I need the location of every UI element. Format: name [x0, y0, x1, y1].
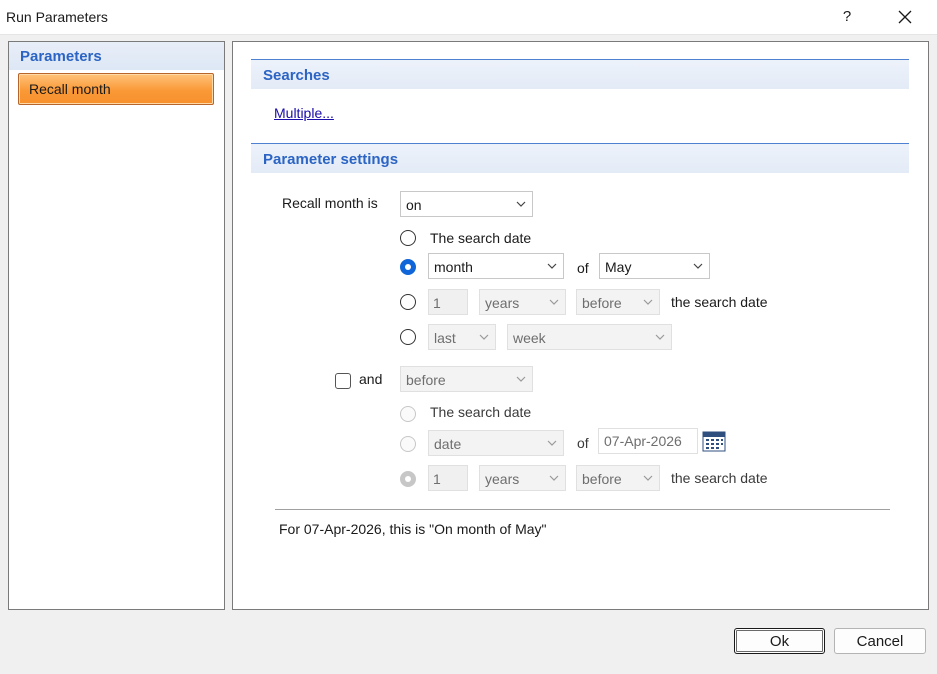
period-unit-select[interactable]: month: [428, 253, 564, 279]
close-button[interactable]: [887, 2, 923, 32]
and-mode-value: before: [406, 372, 446, 388]
and-search-date-label: The search date: [430, 404, 532, 420]
parameter-item-recall-month[interactable]: Recall month: [18, 73, 214, 105]
relative-direction-value: before: [582, 295, 622, 311]
ok-button[interactable]: Ok: [734, 628, 825, 654]
radio-search-date[interactable]: [400, 230, 416, 246]
parameters-list: Parameters Recall month: [8, 41, 225, 610]
and-radio-date-of[interactable]: [400, 436, 416, 452]
chevron-down-icon: [549, 299, 559, 305]
and-mode-select[interactable]: before: [400, 366, 533, 392]
dialog-body: Parameters Recall month Searches Multipl…: [0, 34, 937, 674]
chevron-down-icon: [516, 376, 526, 382]
summary-divider: [275, 509, 890, 510]
window-title: Run Parameters: [6, 9, 108, 25]
parameter-item-label: Recall month: [29, 81, 111, 97]
radio-unit-of-month[interactable]: [400, 259, 416, 275]
title-bar: Run Parameters ?: [0, 0, 937, 34]
parameter-settings-header: Parameter settings: [251, 143, 909, 173]
chevron-down-icon: [643, 299, 653, 305]
last-unit-select[interactable]: week: [507, 324, 672, 350]
and-radio-search-date[interactable]: [400, 406, 416, 422]
and-relative-unit-select[interactable]: years: [479, 465, 566, 491]
calendar-button[interactable]: [702, 430, 726, 452]
relative-suffix-label: the search date: [671, 294, 768, 310]
and-years-count-input[interactable]: 1: [428, 465, 468, 491]
last-which-value: last: [434, 330, 456, 346]
month-value: May: [605, 259, 632, 275]
and-relative-direction-select[interactable]: before: [576, 465, 660, 491]
and-date-input[interactable]: 07-Apr-2026: [598, 428, 698, 454]
years-count-input[interactable]: 1: [428, 289, 468, 315]
and-relative-unit-value: years: [485, 471, 520, 487]
searches-header: Searches: [251, 59, 909, 89]
relative-direction-select[interactable]: before: [576, 289, 660, 315]
help-icon: ?: [842, 8, 852, 25]
chevron-down-icon: [693, 263, 703, 269]
radio-relative-years[interactable]: [400, 294, 416, 310]
close-icon: [898, 10, 912, 24]
relative-unit-value: years: [485, 295, 520, 311]
of-label: of: [577, 260, 589, 276]
chevron-down-icon: [655, 334, 665, 340]
parameter-detail-panel: Searches Multiple... Parameter settings …: [232, 41, 929, 610]
last-unit-value: week: [513, 330, 546, 346]
and-relative-direction-value: before: [582, 471, 622, 487]
chevron-down-icon: [549, 475, 559, 481]
recall-month-label: Recall month is: [282, 195, 378, 211]
help-button[interactable]: ?: [832, 2, 862, 32]
and-date-unit-value: date: [434, 436, 462, 452]
chevron-down-icon: [479, 334, 489, 340]
and-checkbox[interactable]: [335, 373, 351, 389]
recall-mode-select[interactable]: on: [400, 191, 533, 217]
and-of-label: of: [577, 435, 589, 451]
multiple-searches-link[interactable]: Multiple...: [274, 105, 334, 121]
cancel-button[interactable]: Cancel: [834, 628, 926, 654]
and-date-unit-select[interactable]: date: [428, 430, 564, 456]
parameters-header: Parameters: [9, 42, 224, 70]
recall-mode-value: on: [406, 197, 422, 213]
and-relative-suffix-label: the search date: [671, 470, 768, 486]
calendar-icon: [702, 431, 726, 452]
chevron-down-icon: [516, 201, 526, 207]
chevron-down-icon: [547, 263, 557, 269]
chevron-down-icon: [643, 475, 653, 481]
and-radio-relative-years[interactable]: [400, 471, 416, 487]
month-select[interactable]: May: [599, 253, 710, 279]
radio-last-period[interactable]: [400, 329, 416, 345]
period-unit-value: month: [434, 259, 473, 275]
last-which-select[interactable]: last: [428, 324, 496, 350]
relative-unit-select[interactable]: years: [479, 289, 566, 315]
and-label: and: [359, 371, 383, 387]
chevron-down-icon: [547, 440, 557, 446]
summary-text: For 07-Apr-2026, this is "On month of Ma…: [279, 521, 547, 537]
search-date-option-label: The search date: [430, 230, 532, 246]
